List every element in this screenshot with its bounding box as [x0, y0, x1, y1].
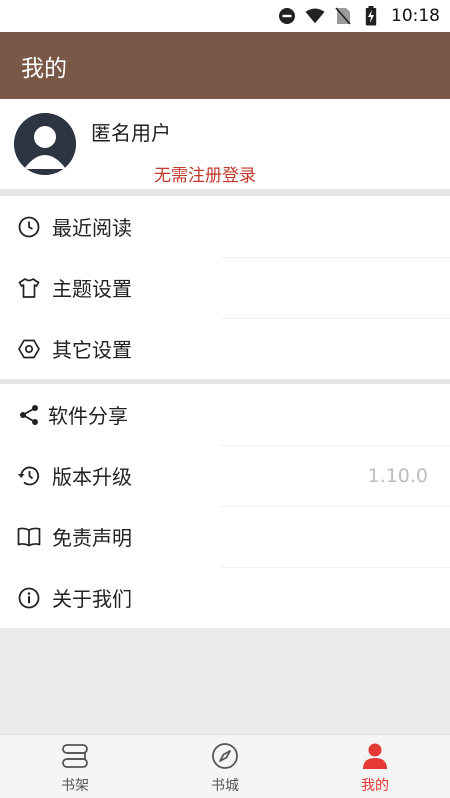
clock-icon — [17, 215, 41, 239]
menu-item-about-us[interactable]: 关于我们 — [0, 567, 450, 628]
share-icon — [17, 403, 41, 427]
menu-item-other-settings[interactable]: 其它设置 — [0, 318, 450, 379]
battery-charging-icon — [361, 6, 381, 26]
menu-item-label: 版本升级 — [52, 465, 132, 489]
do-not-disturb-icon — [277, 6, 297, 26]
status-time: 10:18 — [391, 6, 440, 26]
username: 匿名用户 — [91, 121, 171, 145]
tab-bookshelf[interactable]: 书架 — [0, 735, 150, 798]
section-divider — [0, 189, 450, 196]
login-hint[interactable]: 无需注册登录 — [154, 161, 256, 186]
menu-item-share-app[interactable]: 软件分享 — [0, 384, 450, 445]
bottom-nav: 书架 书城 我的 — [0, 734, 450, 798]
info-icon — [17, 586, 41, 610]
settings-group-1: 最近阅读 主题设置 其它设置 — [0, 196, 450, 379]
wifi-icon — [305, 6, 325, 26]
tab-bookstore[interactable]: 书城 — [150, 735, 300, 798]
menu-item-recent-reading[interactable]: 最近阅读 — [0, 196, 450, 257]
history-icon — [17, 464, 41, 488]
compass-icon — [210, 741, 240, 771]
tab-label: 书架 — [61, 778, 89, 794]
menu-item-disclaimer[interactable]: 免责声明 — [0, 506, 450, 567]
menu-item-label: 其它设置 — [52, 338, 132, 362]
tab-label: 我的 — [361, 778, 389, 794]
tab-mine[interactable]: 我的 — [300, 735, 450, 798]
tab-label: 书城 — [211, 778, 239, 794]
person-icon — [360, 741, 390, 771]
menu-item-version-upgrade[interactable]: 版本升级 1.10.0 — [0, 445, 450, 506]
menu-item-label: 免责声明 — [52, 526, 132, 550]
profile-card[interactable]: 匿名用户 无需注册登录 — [0, 99, 450, 189]
hexagon-settings-icon — [17, 337, 41, 361]
default-avatar-icon[interactable] — [14, 113, 76, 175]
tshirt-icon — [17, 276, 41, 300]
menu-item-label: 软件分享 — [48, 404, 128, 428]
no-sim-icon — [333, 6, 353, 26]
version-number: 1.10.0 — [367, 464, 428, 487]
menu-item-label: 关于我们 — [52, 587, 132, 611]
settings-group-2: 软件分享 版本升级 1.10.0 免责声明 关于我们 — [0, 384, 450, 628]
app-bar: 我的 — [0, 32, 450, 99]
bookshelf-icon — [60, 741, 90, 771]
menu-item-label: 最近阅读 — [52, 216, 132, 240]
page-title: 我的 — [21, 55, 67, 82]
menu-item-theme-settings[interactable]: 主题设置 — [0, 257, 450, 318]
status-bar: 10:18 — [0, 0, 450, 32]
book-icon — [17, 525, 41, 549]
menu-item-label: 主题设置 — [52, 277, 132, 301]
